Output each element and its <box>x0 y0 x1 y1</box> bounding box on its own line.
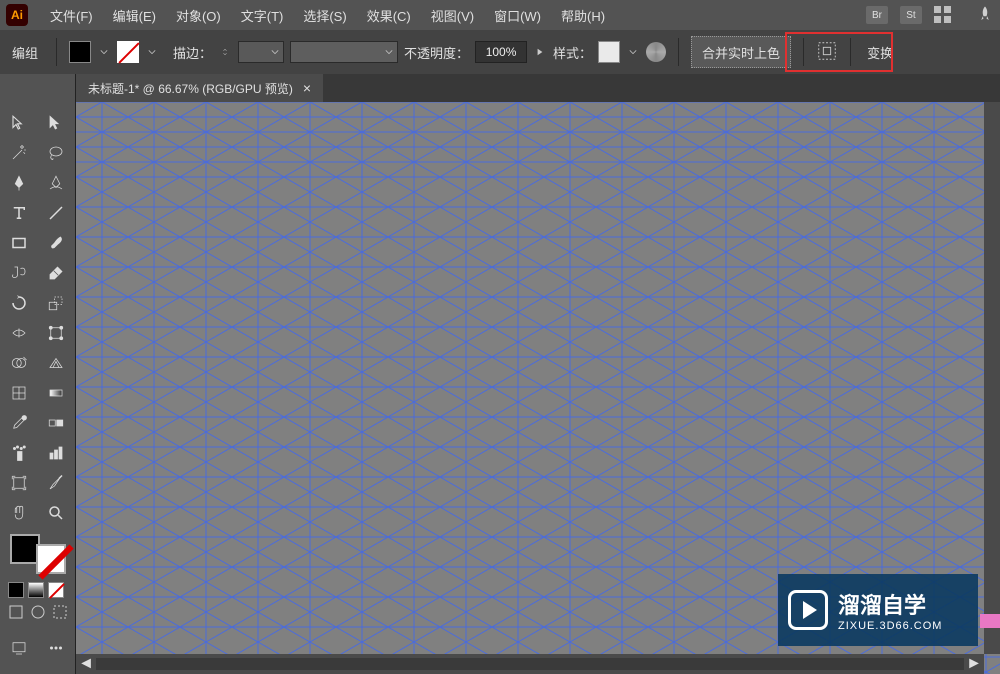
gpu-rocket-icon[interactable] <box>976 5 994 26</box>
style-swatch[interactable] <box>598 41 620 63</box>
watermark-url: ZIXUE.3D66.COM <box>838 620 942 632</box>
mesh-tool[interactable] <box>0 378 38 408</box>
artboard-tool[interactable] <box>0 468 38 498</box>
app-icon: Ai <box>6 4 28 26</box>
bridge-icon[interactable]: Br <box>866 6 888 24</box>
close-tab-icon[interactable]: × <box>303 80 311 96</box>
menubar: Ai 文件(F) 编辑(E) 对象(O) 文字(T) 选择(S) 效果(C) 视… <box>0 0 1000 30</box>
paintbrush-tool[interactable] <box>38 228 76 258</box>
gradient-tool[interactable] <box>38 378 76 408</box>
eyedropper-tool[interactable] <box>0 408 38 438</box>
divider <box>678 38 679 66</box>
magic-wand-tool[interactable] <box>0 138 38 168</box>
toolbox <box>0 102 76 674</box>
scrollbar-track[interactable] <box>96 658 964 670</box>
menu-file[interactable]: 文件(F) <box>40 6 103 25</box>
free-transform-tool[interactable] <box>38 318 76 348</box>
curvature-tool[interactable] <box>38 168 76 198</box>
pink-tag <box>980 614 1000 628</box>
none-mode-swatch[interactable] <box>48 582 64 598</box>
document-tab[interactable]: 未标题-1* @ 66.67% (RGB/GPU 预览) × <box>76 74 323 102</box>
stroke-dropdown-icon[interactable] <box>145 41 159 63</box>
blend-tool[interactable] <box>38 408 76 438</box>
hand-tool[interactable] <box>0 498 38 528</box>
stroke-weight-dropdown[interactable] <box>238 41 284 63</box>
scrollbar-right-icon[interactable]: ► <box>964 654 984 674</box>
pen-tool[interactable] <box>0 168 38 198</box>
transform-label[interactable]: 变换 <box>867 43 893 62</box>
color-mode-swatch[interactable] <box>8 582 24 598</box>
style-dropdown-icon[interactable] <box>626 41 640 63</box>
zoom-tool[interactable] <box>38 498 76 528</box>
line-tool[interactable] <box>38 198 76 228</box>
menu-effect[interactable]: 效果(C) <box>357 6 421 25</box>
recolor-icon[interactable] <box>646 42 666 62</box>
menu-help[interactable]: 帮助(H) <box>551 6 615 25</box>
divider <box>850 38 851 66</box>
draw-inside-icon[interactable] <box>52 604 68 625</box>
stroke-profile-dropdown[interactable] <box>290 41 398 63</box>
column-graph-tool[interactable] <box>38 438 76 468</box>
divider <box>803 38 804 66</box>
opacity-input[interactable]: 100% <box>475 41 527 63</box>
menu-edit[interactable]: 编辑(E) <box>103 6 166 25</box>
scrollbar-left-icon[interactable]: ◄ <box>76 654 96 674</box>
selection-tool[interactable] <box>0 108 38 138</box>
stroke-weight-stepper-icon[interactable] <box>218 41 232 63</box>
menu-view[interactable]: 视图(V) <box>421 6 484 25</box>
shape-builder-tool[interactable] <box>0 348 38 378</box>
scale-tool[interactable] <box>38 288 76 318</box>
perspective-grid-tool[interactable] <box>38 348 76 378</box>
stock-icon[interactable]: St <box>900 6 922 24</box>
document-tab-title: 未标题-1* @ 66.67% (RGB/GPU 预览) <box>88 80 293 97</box>
slice-tool[interactable] <box>38 468 76 498</box>
merge-live-paint-button[interactable]: 合并实时上色 <box>691 36 791 68</box>
arrange-documents-icon[interactable] <box>934 6 952 24</box>
opacity-label: 不透明度： <box>404 43 469 62</box>
opacity-dropdown-icon[interactable] <box>533 41 547 63</box>
fill-dropdown-icon[interactable] <box>97 41 111 63</box>
toolbox-more-icon[interactable] <box>38 633 76 663</box>
rectangle-tool[interactable] <box>0 228 38 258</box>
width-tool[interactable] <box>0 318 38 348</box>
rotate-tool[interactable] <box>0 288 38 318</box>
fill-swatch[interactable] <box>69 41 91 63</box>
menu-window[interactable]: 窗口(W) <box>484 6 551 25</box>
symbol-sprayer-tool[interactable] <box>0 438 38 468</box>
vertical-scrollbar[interactable] <box>984 102 1000 654</box>
draw-behind-icon[interactable] <box>30 604 46 625</box>
document-tabbar: 未标题-1* @ 66.67% (RGB/GPU 预览) × <box>0 74 1000 102</box>
direct-selection-tool[interactable] <box>38 108 76 138</box>
stroke-label: 描边： <box>173 43 212 62</box>
lasso-tool[interactable] <box>38 138 76 168</box>
play-icon <box>788 590 828 630</box>
toolbox-header-spacer <box>0 74 76 102</box>
draw-normal-icon[interactable] <box>8 604 24 625</box>
screen-mode-icon[interactable] <box>0 633 38 663</box>
watermark-title: 溜溜自学 <box>838 588 942 620</box>
control-bar: 编组 描边： 不透明度： 100% 样式： 合并实时上色 变换 <box>0 30 1000 74</box>
stroke-swatch[interactable] <box>117 41 139 63</box>
type-tool[interactable] <box>0 198 38 228</box>
gradient-mode-swatch[interactable] <box>28 582 44 598</box>
canvas[interactable]: ◄ ► 溜溜自学 ZIXUE.3D66.COM <box>76 102 1000 674</box>
horizontal-scrollbar[interactable]: ◄ ► <box>76 654 984 674</box>
menu-object[interactable]: 对象(O) <box>166 6 231 25</box>
eraser-tool[interactable] <box>38 258 76 288</box>
menu-select[interactable]: 选择(S) <box>293 6 356 25</box>
stroke-color-box[interactable] <box>36 544 66 574</box>
shaper-tool[interactable] <box>0 258 38 288</box>
style-label: 样式： <box>553 43 592 62</box>
menu-text[interactable]: 文字(T) <box>231 6 294 25</box>
align-icon[interactable] <box>816 40 838 65</box>
workspace: ◄ ► 溜溜自学 ZIXUE.3D66.COM <box>0 102 1000 674</box>
selection-type-label: 编组 <box>6 43 44 62</box>
watermark-badge: 溜溜自学 ZIXUE.3D66.COM <box>778 574 978 646</box>
divider <box>56 38 57 66</box>
fill-stroke-indicator[interactable] <box>8 532 68 576</box>
